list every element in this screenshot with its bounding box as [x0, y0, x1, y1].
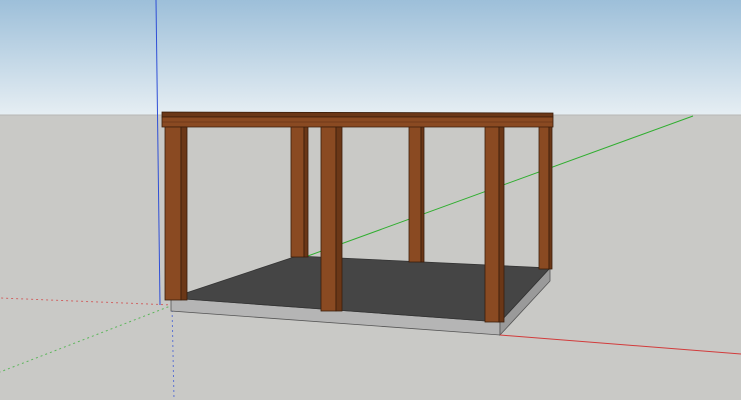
back-post-right: [538, 125, 553, 270]
back-post-left: [290, 125, 309, 258]
roof-frame-top: [161, 111, 554, 118]
sky: [0, 0, 741, 115]
ground-plane: [0, 115, 741, 400]
front-post-right: [484, 126, 505, 323]
back-post-middle: [408, 125, 425, 263]
viewport-canvas[interactable]: [0, 0, 741, 400]
3d-viewport[interactable]: [0, 0, 741, 400]
front-post-middle: [320, 126, 343, 312]
front-post-left: [164, 126, 188, 301]
